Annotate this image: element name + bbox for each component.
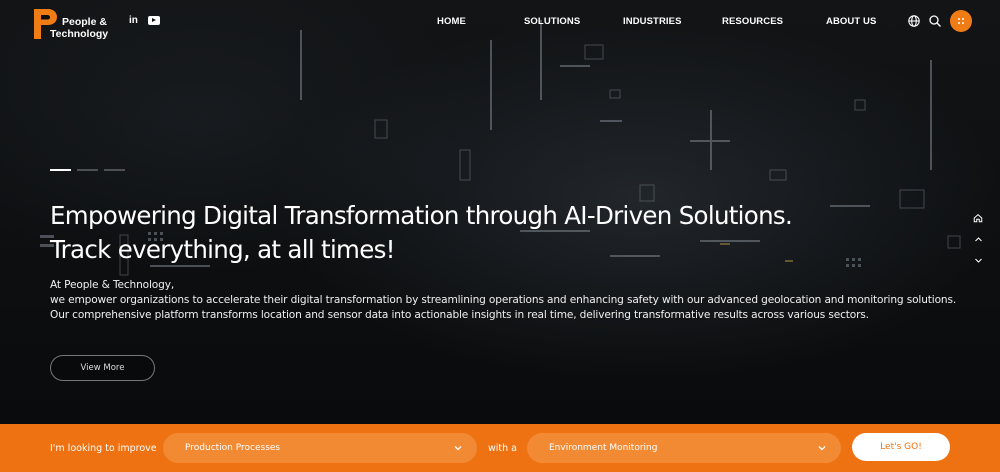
view-more-button[interactable]: View More — [50, 355, 155, 381]
nav-industries[interactable]: INDUSTRIES — [623, 16, 682, 27]
improve-area-value: Production Processes — [185, 443, 281, 453]
hero-intro-line2: we empower organizations to accelerate t… — [50, 294, 957, 306]
main-nav: HOME SOLUTIONS INDUSTRIES RESOURCES ABOU… — [0, 16, 1000, 28]
solution-finder-bar: I'm looking to improve Production Proces… — [0, 424, 1000, 472]
slide-indicator-1[interactable] — [50, 169, 71, 171]
slide-indicators — [50, 169, 125, 171]
solution-type-value: Environment Monitoring — [549, 443, 658, 453]
hero-headline: Empowering Digital Transformation throug… — [50, 199, 830, 267]
hero-headline-line1: Empowering Digital Transformation throug… — [50, 201, 793, 230]
chevron-down-icon[interactable] — [971, 253, 985, 267]
slide-indicator-3[interactable] — [104, 169, 125, 171]
finder-prefix-label: I'm looking to improve — [50, 443, 157, 454]
side-navigation — [971, 211, 985, 274]
hero-intro-line3: Our comprehensive platform transforms lo… — [50, 309, 869, 321]
solution-type-select[interactable]: Environment Monitoring — [527, 433, 841, 463]
hero-intro: At People & Technology, we empower organ… — [50, 278, 957, 323]
nav-resources[interactable]: RESOURCES — [722, 16, 783, 27]
hero-headline-line2: Track everything, at all times! — [50, 235, 395, 264]
chevron-up-icon[interactable] — [971, 232, 985, 246]
improve-area-select[interactable]: Production Processes — [163, 433, 477, 463]
finder-middle-label: with a — [488, 443, 517, 454]
menu-icon — [958, 18, 964, 24]
slide-indicator-2[interactable] — [77, 169, 98, 171]
home-icon[interactable] — [971, 211, 985, 225]
nav-home[interactable]: HOME — [437, 16, 466, 27]
lets-go-button[interactable]: Let's GO! — [852, 433, 950, 461]
logo-text-line2: Technology — [50, 28, 109, 40]
chevron-down-icon — [818, 446, 826, 451]
search-icon[interactable] — [928, 14, 942, 28]
nav-about-us[interactable]: ABOUT US — [826, 16, 876, 27]
hero-intro-line1: At People & Technology, — [50, 279, 175, 291]
globe-icon[interactable] — [907, 14, 921, 28]
nav-solutions[interactable]: SOLUTIONS — [524, 16, 580, 27]
chevron-down-icon — [454, 446, 462, 451]
menu-button[interactable] — [950, 10, 972, 32]
